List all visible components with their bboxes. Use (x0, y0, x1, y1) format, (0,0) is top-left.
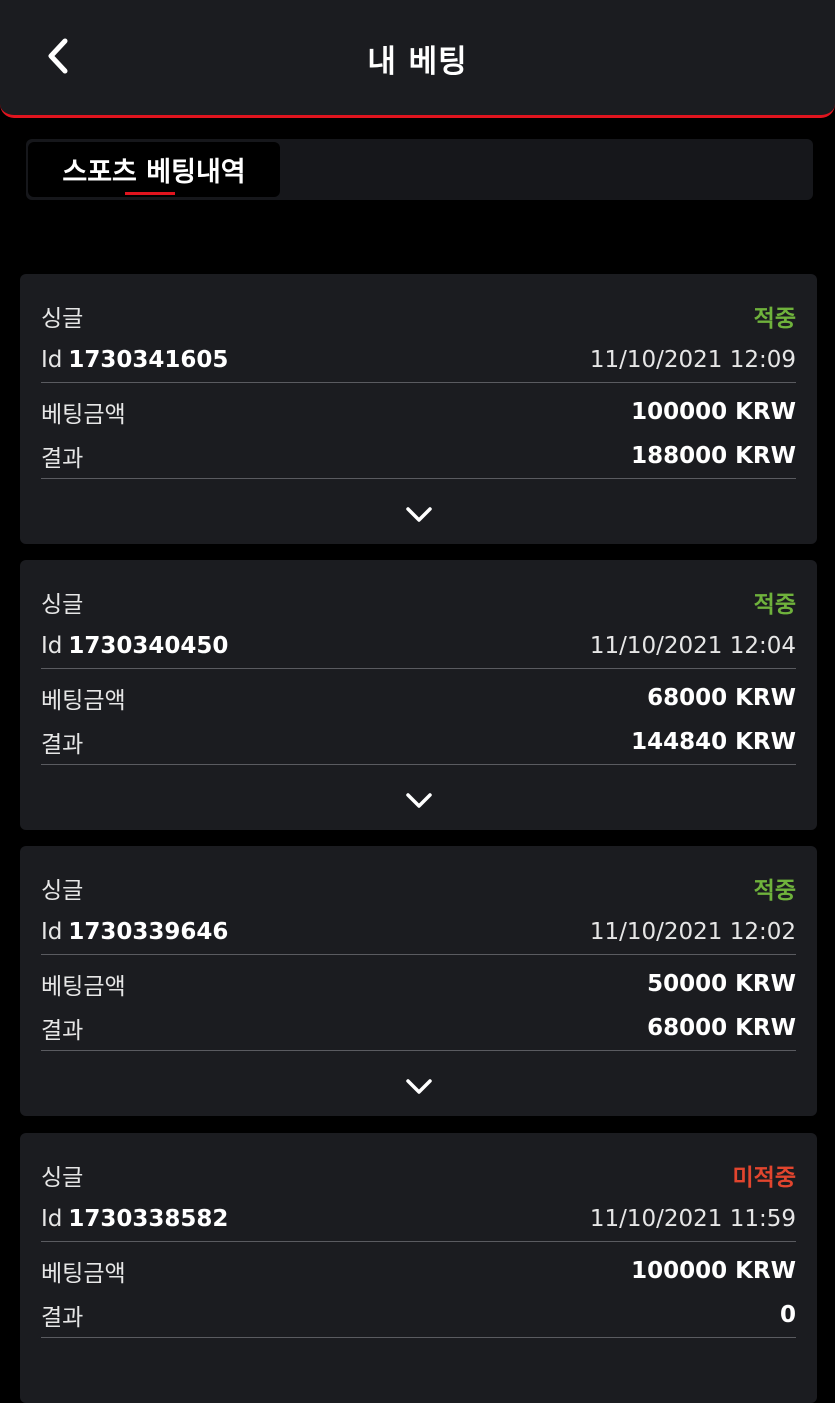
bet-type: 싱글 (41, 592, 84, 618)
bet-datetime: 11/10/2021 12:09 (589, 347, 796, 373)
result-row: 결과 188000 KRW (41, 436, 796, 476)
tab-active-indicator (125, 192, 175, 195)
result-value: 144840 KRW (631, 729, 796, 755)
stake-value: 100000 KRW (631, 1258, 796, 1284)
stake-row: 베팅금액 68000 KRW (41, 678, 796, 718)
bet-id-label: Id (41, 1206, 63, 1232)
bet-card: 싱글 적중 Id 1730340450 11/10/2021 12:04 베팅금액… (20, 560, 817, 830)
bet-datetime: 11/10/2021 11:59 (589, 1206, 796, 1232)
divider (41, 1241, 796, 1242)
bet-card: 싱글 적중 Id 1730339646 11/10/2021 12:02 베팅금액… (20, 846, 817, 1116)
stake-row: 베팅금액 50000 KRW (41, 964, 796, 1004)
bet-datetime: 11/10/2021 12:02 (589, 919, 796, 945)
chevron-down-icon (405, 793, 432, 808)
stake-label: 베팅금액 (41, 688, 126, 714)
bet-id: 1730339646 (68, 919, 229, 945)
result-value: 188000 KRW (631, 443, 796, 469)
divider (41, 1050, 796, 1051)
status-badge: 적중 (753, 592, 796, 618)
bet-card: 싱글 적중 Id 1730341605 11/10/2021 12:09 베팅금액… (20, 274, 817, 544)
divider (41, 1337, 796, 1338)
stake-row: 베팅금액 100000 KRW (41, 1251, 796, 1291)
bet-id: 1730340450 (68, 633, 229, 659)
bet-id-row: Id 1730341605 11/10/2021 12:09 (41, 340, 796, 380)
stake-label: 베팅금액 (41, 402, 126, 428)
bet-header-row: 싱글 적중 (41, 868, 796, 908)
bet-datetime: 11/10/2021 12:04 (589, 633, 796, 659)
stake-row: 베팅금액 100000 KRW (41, 392, 796, 432)
bet-header-row: 싱글 미적중 (41, 1155, 796, 1195)
bet-type: 싱글 (41, 878, 84, 904)
bet-id-label: Id (41, 633, 63, 659)
result-value: 0 (779, 1302, 796, 1328)
bet-id-label: Id (41, 347, 63, 373)
result-row: 결과 0 (41, 1295, 796, 1335)
result-label: 결과 (41, 446, 84, 472)
expand-button[interactable] (20, 786, 817, 816)
app-header: 내 베팅 (0, 0, 835, 118)
divider (41, 382, 796, 383)
divider (41, 954, 796, 955)
result-row: 결과 144840 KRW (41, 722, 796, 762)
bet-id-row: Id 1730340450 11/10/2021 12:04 (41, 626, 796, 666)
tab-sports-bet-history[interactable]: 스포츠 베팅내역 (28, 142, 280, 197)
result-value: 68000 KRW (647, 1015, 796, 1041)
divider (41, 478, 796, 479)
expand-button[interactable] (20, 1072, 817, 1102)
bet-header-row: 싱글 적중 (41, 582, 796, 622)
bet-id-row: Id 1730339646 11/10/2021 12:02 (41, 912, 796, 952)
bet-header-row: 싱글 적중 (41, 296, 796, 336)
page-title: 내 베팅 (367, 44, 468, 80)
stake-label: 베팅금액 (41, 974, 126, 1000)
bet-id: 1730338582 (68, 1206, 229, 1232)
result-label: 결과 (41, 1305, 84, 1331)
bet-type: 싱글 (41, 1165, 84, 1191)
chevron-down-icon (405, 507, 432, 522)
bet-id: 1730341605 (68, 347, 229, 373)
stake-value: 50000 KRW (647, 971, 796, 997)
divider (41, 668, 796, 669)
status-badge: 적중 (753, 878, 796, 904)
tab-bar: 스포츠 베팅내역 (26, 139, 813, 200)
bet-id-label: Id (41, 919, 63, 945)
divider (41, 764, 796, 765)
result-label: 결과 (41, 732, 84, 758)
bet-id-row: Id 1730338582 11/10/2021 11:59 (41, 1199, 796, 1239)
stake-label: 베팅금액 (41, 1261, 126, 1287)
result-label: 결과 (41, 1018, 84, 1044)
expand-button[interactable] (20, 500, 817, 530)
bet-card: 싱글 미적중 Id 1730338582 11/10/2021 11:59 베팅금… (20, 1133, 817, 1403)
stake-value: 68000 KRW (647, 685, 796, 711)
status-badge: 적중 (753, 306, 796, 332)
stake-value: 100000 KRW (631, 399, 796, 425)
result-row: 결과 68000 KRW (41, 1008, 796, 1048)
status-badge: 미적중 (732, 1165, 796, 1191)
bet-type: 싱글 (41, 306, 84, 332)
tab-label: 스포츠 베팅내역 (62, 157, 246, 188)
chevron-down-icon (405, 1079, 432, 1094)
